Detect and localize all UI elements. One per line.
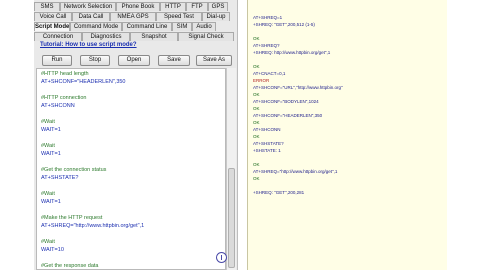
tab-voice-call[interactable]: Voice Call [34,12,72,21]
log-line: OK [253,134,260,139]
tab-gps[interactable]: GPS [208,2,228,11]
log-line: OK [253,162,260,167]
log-line: +SHREQ: http://www.httpbin.org/get",1 [253,50,331,55]
tab-row-2: Voice Call Data Call NMEA GPS Speed Test… [34,12,230,21]
tab-nmea-gps[interactable]: NMEA GPS [110,12,156,21]
editor-scrollbar[interactable] [226,68,236,270]
script-line: #Wait [41,143,55,149]
log-line: OK [253,106,260,111]
tab-row-4: Connection Diagnostics Snapshot Signal C… [34,32,234,41]
log-line: AT+SHCONF="URL","http://www.httpbin.org" [253,85,343,90]
script-line: WAIT=10 [41,247,64,253]
tab-sms[interactable]: SMS [34,2,60,11]
tab-audio[interactable]: Audio [192,22,216,31]
script-line: #Make the HTTP request [41,215,103,221]
response-log: AT+SHREQ=1 +SHREQ: "GET",200,512 (1-5) OK A… [247,0,447,270]
log-line: OK [253,92,260,97]
script-line: AT+SHCONF="HEADERLEN",350 [41,79,126,85]
record-icon[interactable] [216,252,227,263]
scrollbar-thumb[interactable] [228,168,235,268]
tab-command-line[interactable]: Command Line [122,22,172,31]
log-line: AT+SHSTATE? [253,141,284,146]
tab-http[interactable]: HTTP [160,2,186,11]
log-line: +SHSTATE: 1 [253,148,281,153]
save-as-button[interactable]: Save As [196,55,232,66]
tab-phone-book[interactable]: Phone Book [116,2,160,11]
log-line: AT+SHCONF="HEADERLEN",350 [253,113,323,118]
tab-ftp[interactable]: FTP [186,2,208,11]
tab-data-call[interactable]: Data Call [72,12,110,21]
script-line: #Get the response data [41,263,99,269]
tab-sim[interactable]: SIM [172,22,192,31]
save-button[interactable]: Save [158,55,190,66]
script-line: #HTTP head length [41,71,89,77]
tab-signal-check[interactable]: Signal Check [178,32,234,41]
script-line: #Wait [41,239,55,245]
log-line: ERROR [253,78,270,83]
log-line: AT+SHREQ="http://www.httpbin.org/get",1 [253,169,338,174]
tab-speed-test[interactable]: Speed Test [156,12,202,21]
script-line: WAIT=1 [41,127,61,133]
open-button[interactable]: Open [118,55,150,66]
script-toolbar: Run Stop Open Save Save As [34,53,238,68]
script-line: WAIT=1 [41,151,61,157]
script-editor[interactable]: #HTTP head length AT+SHCONF="HEADERLEN",3… [36,68,226,270]
log-line: +SHREQ: "GET",200,512 (1-5) [253,22,315,27]
log-line: AT+SHCONF="BODYLEN",1024 [253,99,319,104]
log-line: OK [253,120,260,125]
script-line: AT+SHCONN [41,103,75,109]
script-line: #Wait [41,119,55,125]
tab-snapshot[interactable]: Snapshot [130,32,178,41]
tab-script-mode[interactable]: Script Mode [34,22,70,31]
tab-network-selection[interactable]: Network Selection [60,2,116,11]
log-line: AT+CNACT=0,1 [253,71,286,76]
script-line: WAIT=1 [41,199,61,205]
tab-row-3: Script Mode Command Mode Command Line SI… [34,22,216,31]
tab-command-mode[interactable]: Command Mode [70,22,122,31]
tab-row-1: SMS Network Selection Phone Book HTTP FT… [34,2,228,11]
stop-button[interactable]: Stop [80,55,110,66]
script-line: AT+SHSTATE? [41,175,79,181]
script-line: #Get the connection status [41,167,107,173]
script-line: AT+SHREQ="http://www.httpbin.org/get",1 [41,223,145,229]
log-line: AT+SHREQ? [253,43,280,48]
log-line: +SHREQ: "GET",200,281 [253,190,305,195]
tutorial-link[interactable]: Tutorial: How to use script mode? [40,42,137,48]
log-line: OK [253,176,260,181]
tab-connection[interactable]: Connection [34,32,82,41]
script-line: #Wait [41,191,55,197]
script-line: #HTTP connection [41,95,87,101]
run-button[interactable]: Run [42,55,72,66]
log-line: OK [253,64,260,69]
log-line: AT+SHREQ=1 [253,15,283,20]
tab-dial-up[interactable]: Dial-up [202,12,230,21]
tab-diagnostics[interactable]: Diagnostics [82,32,130,41]
app-panel: SMS Network Selection Phone Book HTTP FT… [34,0,238,270]
log-line: AT+SHCONN [253,127,281,132]
log-line: OK [253,36,260,41]
